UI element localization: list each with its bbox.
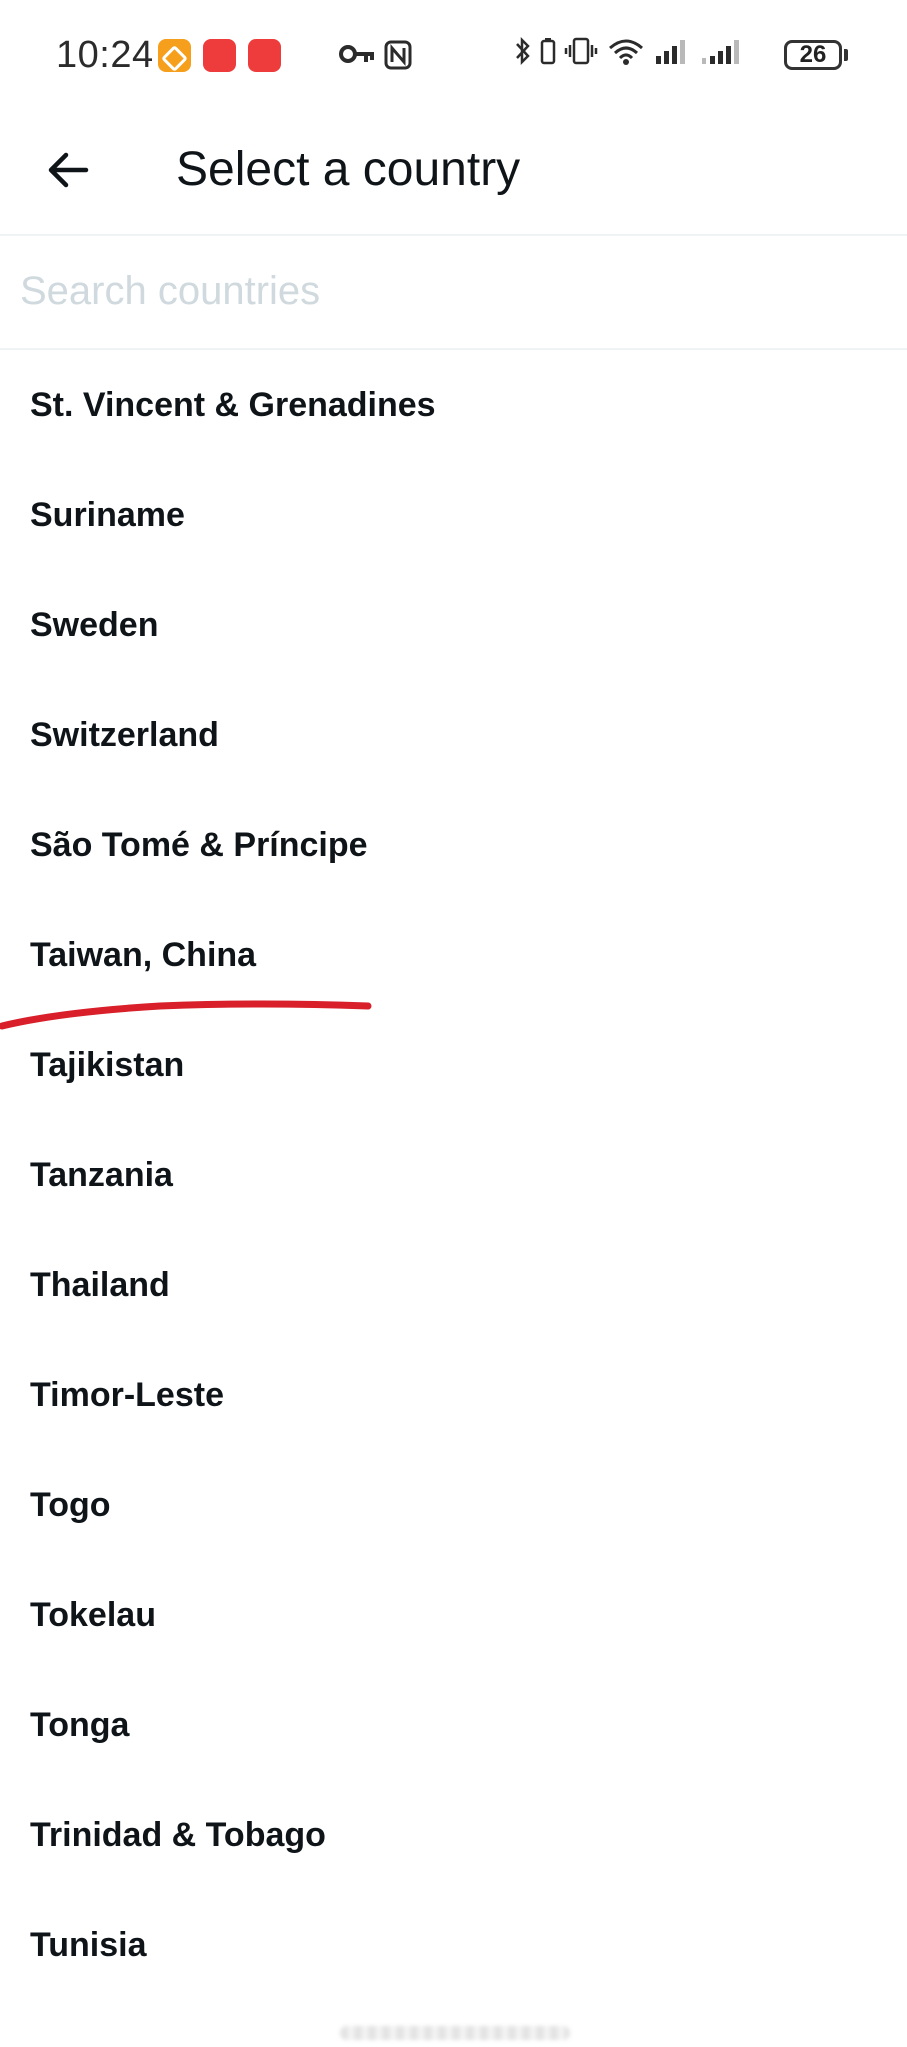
country-name: São Tomé & Príncipe	[30, 825, 368, 864]
status-time: 10:24	[56, 34, 154, 76]
country-list-item[interactable]: Tokelau	[0, 1560, 907, 1670]
country-name: Togo	[30, 1485, 111, 1524]
signal-icon	[656, 40, 685, 64]
country-name: Tanzania	[30, 1155, 173, 1194]
country-name: Thailand	[30, 1265, 170, 1304]
battery-saver-icon	[540, 38, 556, 65]
battery-tip	[844, 49, 848, 61]
notification-icons	[158, 39, 281, 72]
vibrate-icon	[564, 37, 598, 65]
back-button[interactable]	[38, 140, 98, 200]
country-name: Tonga	[30, 1705, 130, 1744]
wifi-icon	[609, 39, 643, 65]
signal-icon	[702, 40, 739, 64]
country-name: Switzerland	[30, 715, 219, 754]
country-list: St. Vincent & Grenadines Suriname Sweden Sw…	[0, 350, 907, 2000]
country-list-item[interactable]: Tonga	[0, 1670, 907, 1780]
country-name: Taiwan, China	[30, 935, 257, 974]
annotation-underline	[0, 1000, 372, 1030]
country-name: Suriname	[30, 495, 185, 534]
bluetooth-icon	[516, 36, 530, 66]
country-list-item[interactable]: Thailand	[0, 1230, 907, 1340]
country-list-item[interactable]: Switzerland	[0, 680, 907, 790]
blurred-banner	[340, 2026, 570, 2040]
shop-notification-icon	[203, 39, 236, 72]
country-name: Tajikistan	[30, 1045, 185, 1084]
country-name: Trinidad & Tobago	[30, 1815, 326, 1854]
country-name: Timor-Leste	[30, 1375, 224, 1414]
country-list-item[interactable]: St. Vincent & Grenadines	[0, 350, 907, 460]
search-input[interactable]	[20, 260, 880, 322]
status-bar: 10:24 26	[0, 0, 907, 112]
country-list-item[interactable]: Sweden	[0, 570, 907, 680]
country-name: St. Vincent & Grenadines	[30, 385, 436, 424]
country-list-item[interactable]: Trinidad & Tobago	[0, 1780, 907, 1890]
country-list-item[interactable]: Suriname	[0, 460, 907, 570]
nfc-icon	[384, 40, 412, 70]
country-name: Tunisia	[30, 1925, 147, 1964]
system-status-icons	[514, 36, 744, 66]
country-list-item[interactable]: Togo	[0, 1450, 907, 1560]
country-list-item[interactable]: Tanzania	[0, 1120, 907, 1230]
app-header: Select a country	[0, 112, 907, 236]
app-notification-icon	[158, 39, 191, 72]
key-icon	[339, 45, 374, 63]
country-list-item[interactable]: São Tomé & Príncipe	[0, 790, 907, 900]
country-name: Sweden	[30, 605, 159, 644]
shop-notification-icon	[248, 39, 281, 72]
search-bar	[0, 236, 907, 350]
battery-indicator: 26	[784, 40, 842, 70]
page-title: Select a country	[176, 143, 521, 196]
country-name: Tokelau	[30, 1595, 156, 1634]
country-list-item[interactable]: Tunisia	[0, 1890, 907, 2000]
country-list-item[interactable]: Timor-Leste	[0, 1340, 907, 1450]
arrow-left-icon	[48, 152, 89, 188]
